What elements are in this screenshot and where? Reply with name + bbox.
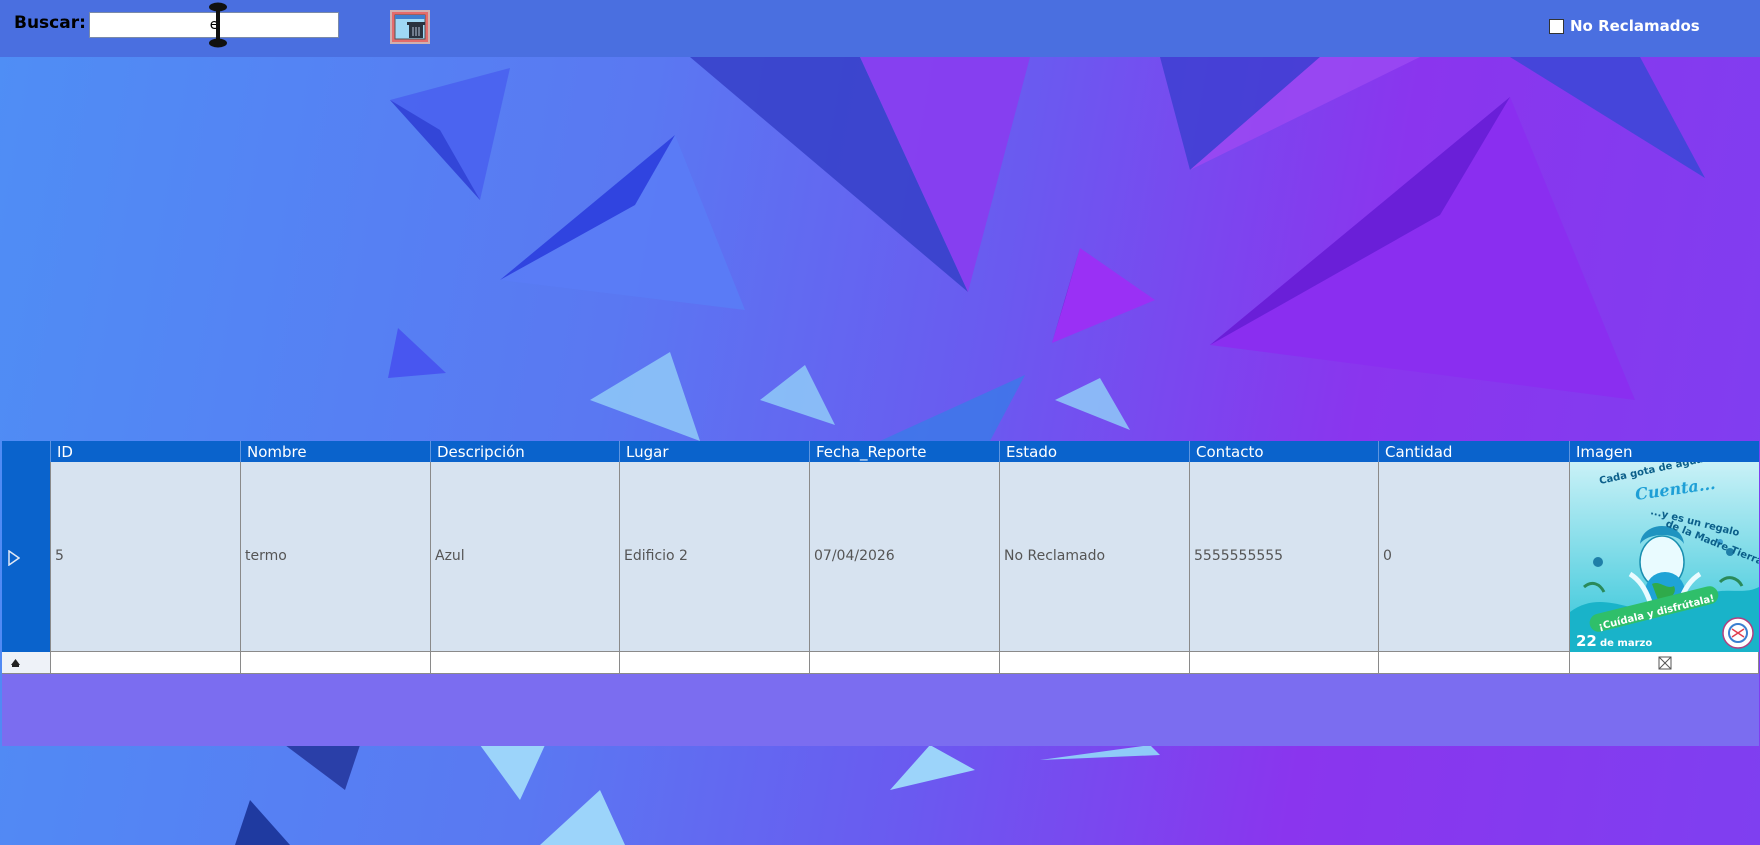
row-selector[interactable]: [2, 462, 51, 652]
new-cell-descripcion[interactable]: [431, 652, 620, 674]
row-pointer-icon: [8, 550, 20, 566]
row-header-corner: [2, 441, 51, 462]
no-reclamados-filter[interactable]: No Reclamados: [1549, 16, 1700, 36]
cell-descripcion[interactable]: Azul: [431, 462, 620, 652]
no-reclamados-label: No Reclamados: [1570, 17, 1700, 35]
column-header-estado[interactable]: Estado: [1000, 441, 1190, 462]
new-row-selector[interactable]: [2, 652, 51, 674]
column-header-fecha-reporte[interactable]: Fecha_Reporte: [810, 441, 1000, 462]
poster-date-day: 22: [1576, 632, 1597, 650]
column-header-lugar[interactable]: Lugar: [620, 441, 810, 462]
new-cell-imagen[interactable]: [1570, 652, 1759, 674]
broken-image-icon: [1658, 656, 1672, 670]
cell-estado[interactable]: No Reclamado: [1000, 462, 1190, 652]
new-cell-cantidad[interactable]: [1379, 652, 1570, 674]
new-row-icon: [11, 659, 20, 667]
cell-id[interactable]: 5: [51, 462, 241, 652]
new-cell-estado[interactable]: [1000, 652, 1190, 674]
new-cell-nombre[interactable]: [241, 652, 431, 674]
column-header-cantidad[interactable]: Cantidad: [1379, 441, 1570, 462]
search-label: Buscar:: [14, 13, 86, 33]
toolbar: Buscar: e No Reclamados: [0, 0, 1760, 57]
column-header-imagen[interactable]: Imagen: [1570, 441, 1759, 462]
new-cell-contacto[interactable]: [1190, 652, 1379, 674]
cell-fecha-reporte[interactable]: 07/04/2026: [810, 462, 1000, 652]
column-header-contacto[interactable]: Contacto: [1190, 441, 1379, 462]
cell-contacto[interactable]: 5555555555: [1190, 462, 1379, 652]
column-header-nombre[interactable]: Nombre: [241, 441, 431, 462]
column-header-descripcion[interactable]: Descripción: [431, 441, 620, 462]
cell-lugar[interactable]: Edificio 2: [620, 462, 810, 652]
new-cell-id[interactable]: [51, 652, 241, 674]
clear-image-button[interactable]: [390, 10, 430, 44]
poster-date-rest: de marzo: [1600, 638, 1652, 649]
column-header-id[interactable]: ID: [51, 441, 241, 462]
i-beam-cursor-icon: [209, 2, 227, 48]
trash-image-icon: [394, 14, 426, 40]
water-day-poster-image: Cada gota de agua Cuenta... ...y es un r…: [1570, 462, 1759, 652]
cell-cantidad[interactable]: 0: [1379, 462, 1570, 652]
new-cell-fecha-reporte[interactable]: [810, 652, 1000, 674]
no-reclamados-checkbox[interactable]: [1549, 18, 1564, 34]
new-cell-lugar[interactable]: [620, 652, 810, 674]
cell-imagen[interactable]: Cada gota de agua Cuenta... ...y es un r…: [1570, 462, 1759, 652]
cell-nombre[interactable]: termo: [241, 462, 431, 652]
data-grid[interactable]: ID Nombre Descripción Lugar Fecha_Report…: [2, 441, 1759, 746]
